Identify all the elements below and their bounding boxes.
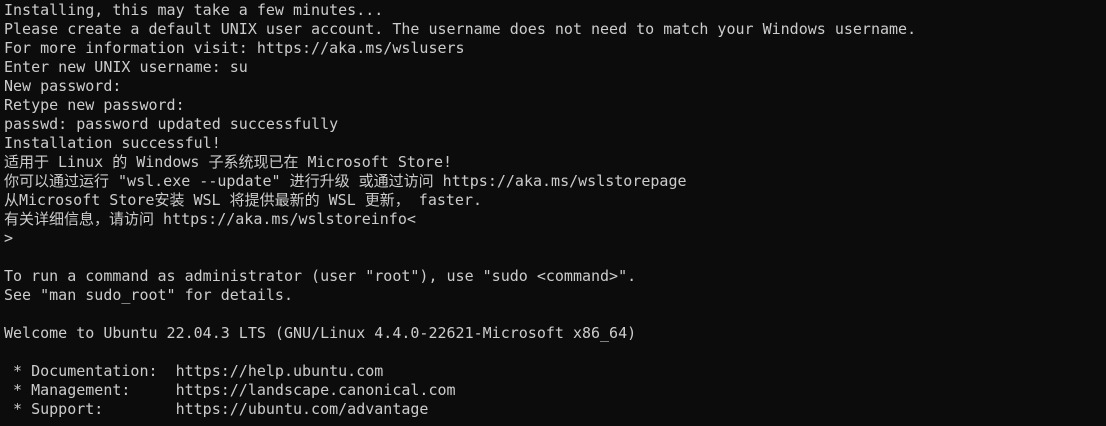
terminal-line: Installing, this may take a few minutes.…	[4, 1, 384, 19]
terminal-line: 你可以通过运行 "wsl.exe --update" 进行升级 或通过访问 ht…	[4, 172, 687, 190]
terminal-output[interactable]: Installing, this may take a few minutes.…	[0, 0, 1106, 426]
terminal-line: Enter new UNIX username: su	[4, 58, 248, 76]
terminal-line: 适用于 Linux 的 Windows 子系统现已在 Microsoft Sto…	[4, 153, 453, 171]
terminal-line: 从Microsoft Store安装 WSL 将提供最新的 WSL 更新， fa…	[4, 191, 483, 209]
terminal-line: See "man sudo_root" for details.	[4, 286, 293, 304]
terminal-line: 有关详细信息，请访问 https://aka.ms/wslstoreinfo<	[4, 210, 416, 228]
terminal-line: Installation successful!	[4, 134, 221, 152]
terminal-line: >	[4, 229, 14, 247]
terminal-line: * Documentation: https://help.ubuntu.com	[4, 362, 384, 380]
terminal-line: Welcome to Ubuntu 22.04.3 LTS (GNU/Linux…	[4, 324, 637, 342]
terminal-line: Please create a default UNIX user accoun…	[4, 20, 917, 38]
terminal-line: For more information visit: https://aka.…	[4, 39, 465, 57]
terminal-line: To run a command as administrator (user …	[4, 267, 637, 285]
terminal-line: * Management: https://landscape.canonica…	[4, 381, 456, 399]
terminal-line: New password:	[4, 77, 122, 95]
terminal-line: passwd: password updated successfully	[4, 115, 339, 133]
terminal-line: * Support: https://ubuntu.com/advantage	[4, 400, 429, 418]
terminal-line: Retype new password:	[4, 96, 185, 114]
